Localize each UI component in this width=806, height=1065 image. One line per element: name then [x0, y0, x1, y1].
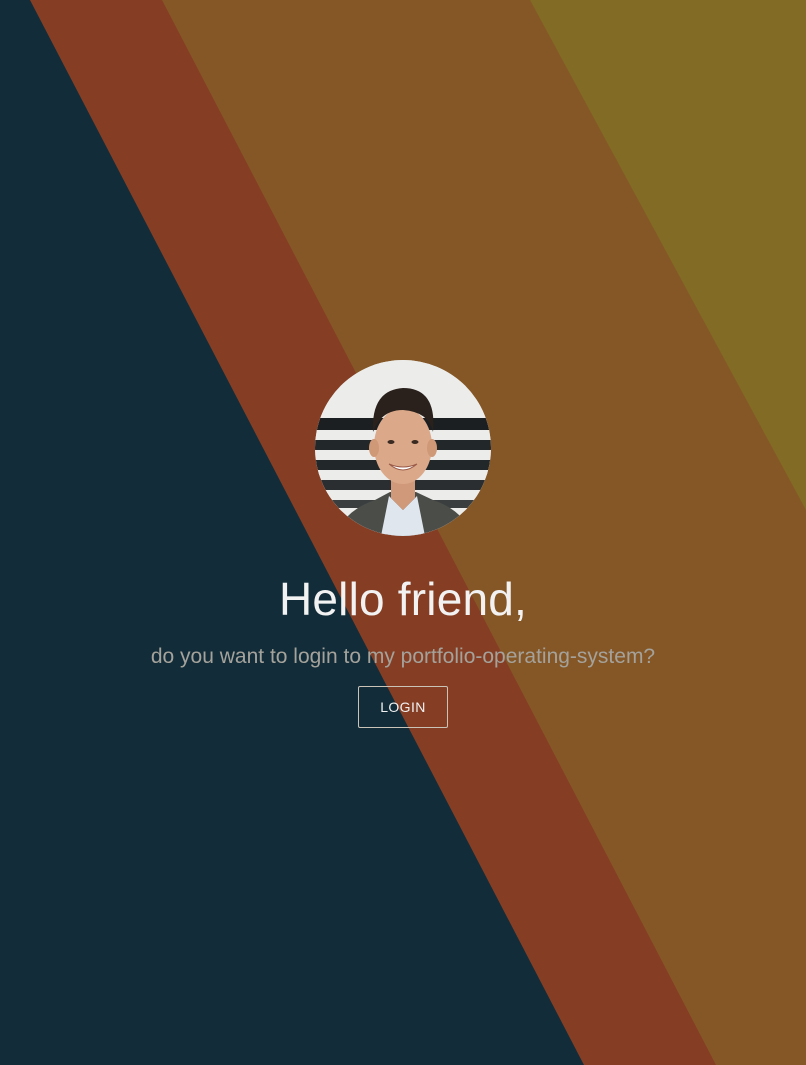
login-button[interactable]: LOGIN — [358, 686, 448, 728]
avatar — [315, 360, 491, 536]
login-panel: Hello friend, do you want to login to my… — [0, 360, 806, 728]
login-subtitle: do you want to login to my portfolio-ope… — [150, 645, 656, 668]
profile-photo-icon — [315, 360, 491, 536]
greeting-title: Hello friend, — [278, 573, 528, 625]
